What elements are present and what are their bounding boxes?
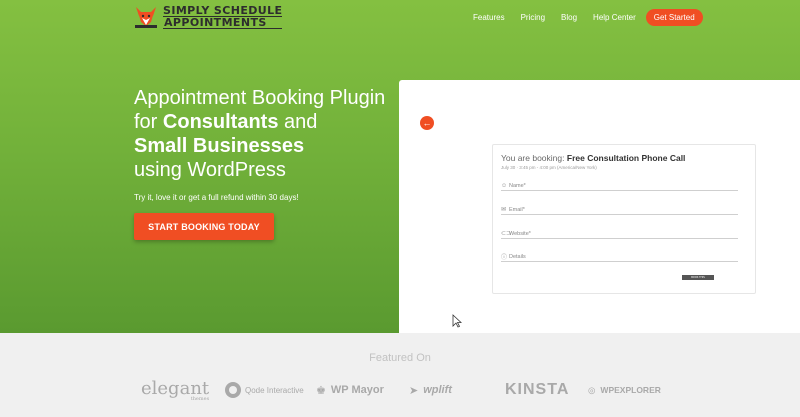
qode-wordmark: Qode Interactive bbox=[245, 385, 304, 395]
hero-headline: Appointment Booking Plugin for Consultan… bbox=[134, 86, 394, 182]
booking-form: You are booking: Free Consultation Phone… bbox=[492, 144, 756, 294]
kinsta-wordmark: KINSTA bbox=[505, 381, 570, 398]
headline-consultants: Consultants bbox=[162, 111, 279, 133]
booking-title: You are booking: Free Consultation Phone… bbox=[501, 153, 685, 163]
kinsta-logo: KINSTA bbox=[505, 372, 569, 408]
nav-features[interactable]: Features bbox=[473, 9, 505, 26]
logo-wordmark: SIMPLY SCHEDULE APPOINTMENTS bbox=[163, 4, 283, 29]
arrow-left-icon[interactable]: ← bbox=[420, 116, 434, 130]
link-icon: ⊂⊃ bbox=[501, 231, 512, 237]
booking-name: Free Consultation Phone Call bbox=[566, 153, 686, 163]
email-icon: ✉ bbox=[501, 207, 507, 213]
get-started-button[interactable]: Get Started bbox=[645, 9, 703, 26]
mouse-pointer-icon bbox=[452, 314, 462, 328]
wpexplorer-logo: ◎ WPEXPLORER bbox=[588, 372, 661, 408]
wp-mayor-logo: ♚ WP Mayor bbox=[316, 372, 384, 408]
elegant-themes-logo: elegant themes bbox=[141, 372, 209, 408]
fox-logo-icon bbox=[135, 7, 157, 28]
email-field[interactable]: ✉ Email* bbox=[501, 205, 738, 215]
main-nav: Features Pricing Blog Help Center Get St… bbox=[473, 9, 703, 26]
book-appointment-button[interactable]: BOOK THIS APPOINTMENT bbox=[682, 275, 714, 280]
website-field-label: Website* bbox=[509, 230, 531, 237]
qode-circle-icon bbox=[225, 382, 241, 398]
booking-time: July 30 · 3:45 pm - 4:00 pm (America/New… bbox=[501, 165, 597, 170]
name-field[interactable]: ☺ Name* bbox=[501, 181, 738, 191]
booking-preview-panel: ← You are booking: Free Consultation Pho… bbox=[399, 80, 800, 333]
headline-line-1: Appointment Booking Plugin bbox=[134, 87, 386, 109]
headline-line-3: Small Businesses bbox=[134, 134, 394, 158]
wplift-logo: ➤ wplift bbox=[409, 372, 452, 408]
email-field-label: Email* bbox=[509, 206, 525, 213]
headline-line-2-post: and bbox=[278, 111, 318, 133]
hero-subtext: Try it, love it or get a full refund wit… bbox=[134, 193, 299, 202]
compass-icon: ◎ bbox=[588, 384, 596, 395]
website-field[interactable]: ⊂⊃ Website* bbox=[501, 229, 738, 239]
headline-line-4: using WordPress bbox=[134, 159, 286, 181]
start-booking-button[interactable]: START BOOKING TODAY bbox=[134, 213, 274, 240]
headline-line-2-pre: for bbox=[134, 111, 163, 133]
headline-small-businesses: Small Businesses bbox=[134, 135, 305, 157]
qode-interactive-logo: Qode Interactive bbox=[225, 372, 304, 408]
wpexplorer-wordmark: WPEXPLORER bbox=[600, 385, 661, 395]
wplift-wordmark: wplift bbox=[423, 384, 452, 396]
nav-blog[interactable]: Blog bbox=[561, 9, 577, 26]
logo-line-2: APPOINTMENTS bbox=[163, 16, 283, 29]
site-logo[interactable]: SIMPLY SCHEDULE APPOINTMENTS bbox=[133, 4, 283, 30]
nav-pricing[interactable]: Pricing bbox=[521, 9, 545, 26]
featured-brands: elegant themes Qode Interactive ♚ WP May… bbox=[0, 372, 800, 408]
mayor-hat-icon: ♚ bbox=[316, 384, 326, 397]
featured-on-title: Featured On bbox=[369, 352, 431, 364]
wpmayor-wordmark: WP Mayor bbox=[330, 384, 384, 396]
logo-line-1: SIMPLY SCHEDULE bbox=[163, 4, 283, 17]
details-field[interactable]: ⓘ Details bbox=[501, 252, 738, 262]
headline-line-2: for Consultants and bbox=[134, 110, 394, 134]
rocket-icon: ➤ bbox=[409, 384, 419, 397]
details-field-label: Details bbox=[509, 253, 526, 260]
user-icon: ☺ bbox=[501, 182, 508, 189]
name-field-label: Name* bbox=[509, 182, 526, 189]
info-icon: ⓘ bbox=[501, 255, 508, 261]
booking-prefix: You are booking: bbox=[501, 153, 565, 163]
nav-help-center[interactable]: Help Center bbox=[593, 9, 636, 26]
